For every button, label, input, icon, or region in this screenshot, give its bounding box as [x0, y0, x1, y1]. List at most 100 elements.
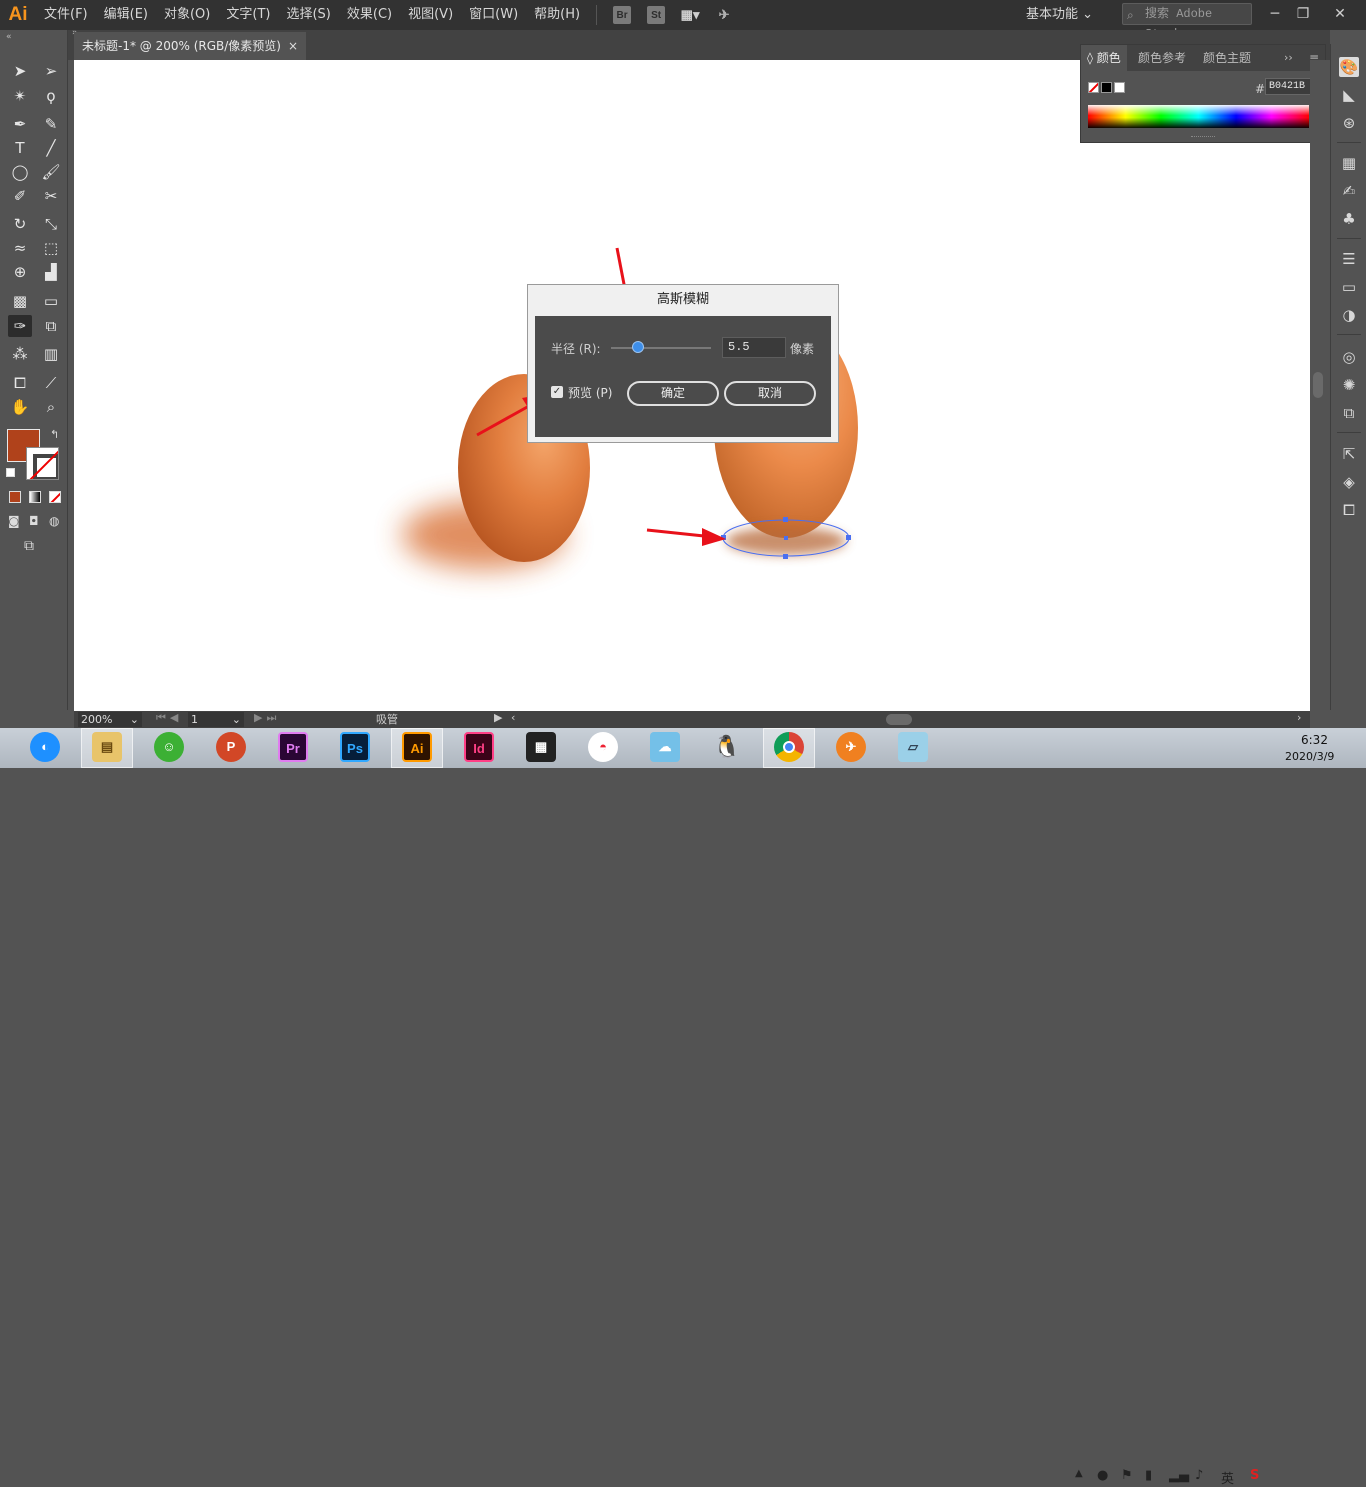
stroke-swatch[interactable] — [26, 447, 59, 480]
perspective-grid-tool-icon[interactable]: ▟ — [39, 261, 63, 283]
battery-icon[interactable]: ▮ — [1145, 1468, 1152, 1483]
graphic-styles-icon[interactable]: ✺ — [1339, 375, 1359, 395]
direct-selection-tool-icon[interactable]: ➢ — [39, 60, 63, 82]
symbol-sprayer-tool-icon[interactable]: ⁂ — [8, 343, 32, 365]
draw-behind-icon[interactable]: ◘ — [29, 514, 39, 528]
type-tool-icon[interactable]: T — [8, 137, 32, 159]
draw-normal-icon[interactable]: ◙ — [8, 514, 20, 528]
anchor-point[interactable] — [783, 517, 788, 522]
lasso-tool-icon[interactable]: ϙ — [39, 85, 63, 107]
asset-export-icon[interactable]: ⧉ — [1339, 403, 1359, 423]
black-swatch[interactable] — [1101, 82, 1112, 93]
indesign-icon[interactable]: Id — [464, 732, 494, 762]
color-guide-icon[interactable]: ◣ — [1339, 85, 1359, 105]
artboard-number-select[interactable]: 1 ⌄ — [188, 712, 244, 727]
gradient-icon[interactable]: ▭ — [1339, 277, 1359, 297]
status-menu-icon[interactable]: ▶ — [494, 711, 502, 724]
menu-view[interactable]: 视图(V) — [400, 0, 461, 30]
qq-tray-icon[interactable]: ● — [1097, 1468, 1108, 1483]
color-panel-icon[interactable]: 🎨 — [1339, 57, 1359, 77]
video-editor-icon[interactable]: ▦ — [526, 732, 556, 762]
artboard-prev-icon[interactable]: ⏮◀ — [156, 711, 182, 725]
anchor-point[interactable] — [783, 554, 788, 559]
color-spectrum[interactable] — [1088, 105, 1309, 128]
scale-tool-icon[interactable]: ⤡ — [39, 213, 63, 235]
paintbrush-tool-icon[interactable]: 🖌 — [39, 161, 63, 183]
horizontal-scroll-thumb[interactable] — [886, 714, 912, 725]
anchor-point[interactable] — [846, 535, 851, 540]
notes-icon[interactable]: ▱ — [898, 732, 928, 762]
stock-icon[interactable]: St — [647, 6, 666, 24]
tab-color-themes[interactable]: 颜色主题 — [1203, 45, 1251, 71]
radius-input[interactable]: 5.5 — [722, 337, 786, 358]
preview-checkbox[interactable]: ✓ — [551, 386, 563, 398]
minimize-button[interactable]: ─ — [1260, 0, 1290, 30]
rotate-tool-icon[interactable]: ↻ — [8, 213, 32, 235]
wechat-icon[interactable]: ☺ — [154, 732, 184, 762]
volume-icon[interactable]: ♪ — [1195, 1468, 1203, 1483]
scroll-left-icon[interactable]: ‹ — [511, 711, 515, 724]
artboards-icon[interactable]: ⧠ — [1339, 500, 1359, 520]
menu-help[interactable]: 帮助(H) — [526, 0, 588, 30]
gradient-mode-icon[interactable] — [29, 491, 41, 503]
menu-edit[interactable]: 编辑(E) — [96, 0, 156, 30]
workspace-switcher[interactable]: 基本功能 ⌄ — [1026, 0, 1093, 30]
network-warning-icon[interactable]: ⚑ — [1121, 1468, 1133, 1483]
document-tab[interactable]: 未标题-1* @ 200% (RGB/像素预览) × — [74, 32, 306, 60]
gradient-tool-icon[interactable]: ▭ — [39, 290, 63, 312]
photoshop-icon[interactable]: Ps — [340, 732, 370, 762]
menu-effect[interactable]: 效果(C) — [339, 0, 400, 30]
selection-tool-icon[interactable]: ➤ — [8, 60, 32, 82]
bridge-icon[interactable]: Br — [613, 6, 632, 24]
ok-button[interactable]: 确定 — [627, 381, 719, 406]
start-button-icon[interactable]: ◐ — [30, 732, 60, 762]
clock-date[interactable]: 2020/3/9 — [1285, 750, 1334, 763]
export-icon[interactable]: ⇱ — [1339, 444, 1359, 464]
layers-icon[interactable]: ◈ — [1339, 472, 1359, 492]
premiere-icon[interactable]: Pr — [278, 732, 308, 762]
none-mode-icon[interactable] — [49, 491, 61, 503]
preview-label[interactable]: 预览 (P) — [568, 384, 612, 401]
menu-object[interactable]: 对象(O) — [156, 0, 218, 30]
zoom-level-select[interactable]: 200% ⌄ — [78, 712, 142, 727]
tab-color-guide[interactable]: 颜色参考 — [1138, 45, 1186, 71]
cloud-app-icon[interactable]: ☁ — [650, 732, 680, 762]
mesh-tool-icon[interactable]: ▩ — [8, 290, 32, 312]
vertical-scroll-thumb[interactable] — [1313, 372, 1323, 398]
tray-expand-icon[interactable]: ▲ — [1075, 1468, 1083, 1479]
hand-tool-icon[interactable]: ✋ — [8, 396, 32, 418]
symbols-icon[interactable]: ♣ — [1339, 209, 1359, 229]
draw-inside-icon[interactable]: ◍ — [49, 514, 59, 528]
swatches-icon[interactable]: ▦ — [1339, 153, 1359, 173]
none-swatch[interactable] — [1088, 82, 1099, 93]
menu-file[interactable]: 文件(F) — [36, 0, 96, 30]
browser-icon[interactable]: ✈ — [836, 732, 866, 762]
clock-time[interactable]: 6:32 — [1301, 733, 1328, 747]
chrome-icon[interactable] — [774, 732, 804, 762]
gpu-performance-icon[interactable]: ✈ — [715, 6, 733, 24]
ime-indicator[interactable]: 英 — [1221, 1468, 1234, 1487]
close-icon[interactable]: × — [288, 32, 298, 60]
column-graph-tool-icon[interactable]: ▥ — [39, 343, 63, 365]
line-tool-icon[interactable]: ╱ — [39, 137, 63, 159]
swap-fill-stroke-icon[interactable]: ↰ — [50, 428, 59, 441]
powerpoint-icon[interactable]: P — [216, 732, 246, 762]
slice-tool-icon[interactable]: ⟋ — [39, 372, 63, 394]
blend-tool-icon[interactable]: ⧉ — [39, 315, 63, 337]
scroll-right-icon[interactable]: › — [1297, 711, 1301, 724]
panel-expand-icon[interactable]: ›› — [1284, 45, 1293, 71]
sogou-ime-icon[interactable]: S — [1250, 1468, 1259, 1483]
width-tool-icon[interactable]: ≈ — [8, 237, 32, 259]
appearance-icon[interactable]: ◎ — [1339, 347, 1359, 367]
file-explorer-icon[interactable]: ▤ — [92, 732, 122, 762]
panel-resize-handle[interactable] — [1191, 136, 1215, 139]
artboard-next-icon[interactable]: ▶⏭ — [254, 711, 280, 725]
free-transform-tool-icon[interactable]: ⬚ — [39, 237, 63, 259]
cancel-button[interactable]: 取消 — [724, 381, 816, 406]
stroke-icon[interactable]: ☰ — [1339, 249, 1359, 269]
curvature-tool-icon[interactable]: ✎ — [39, 113, 63, 135]
radius-slider[interactable] — [611, 347, 711, 349]
default-colors-icon[interactable] — [6, 468, 15, 477]
color-themes-icon[interactable]: ⊛ — [1339, 113, 1359, 133]
menu-type[interactable]: 文字(T) — [218, 0, 278, 30]
